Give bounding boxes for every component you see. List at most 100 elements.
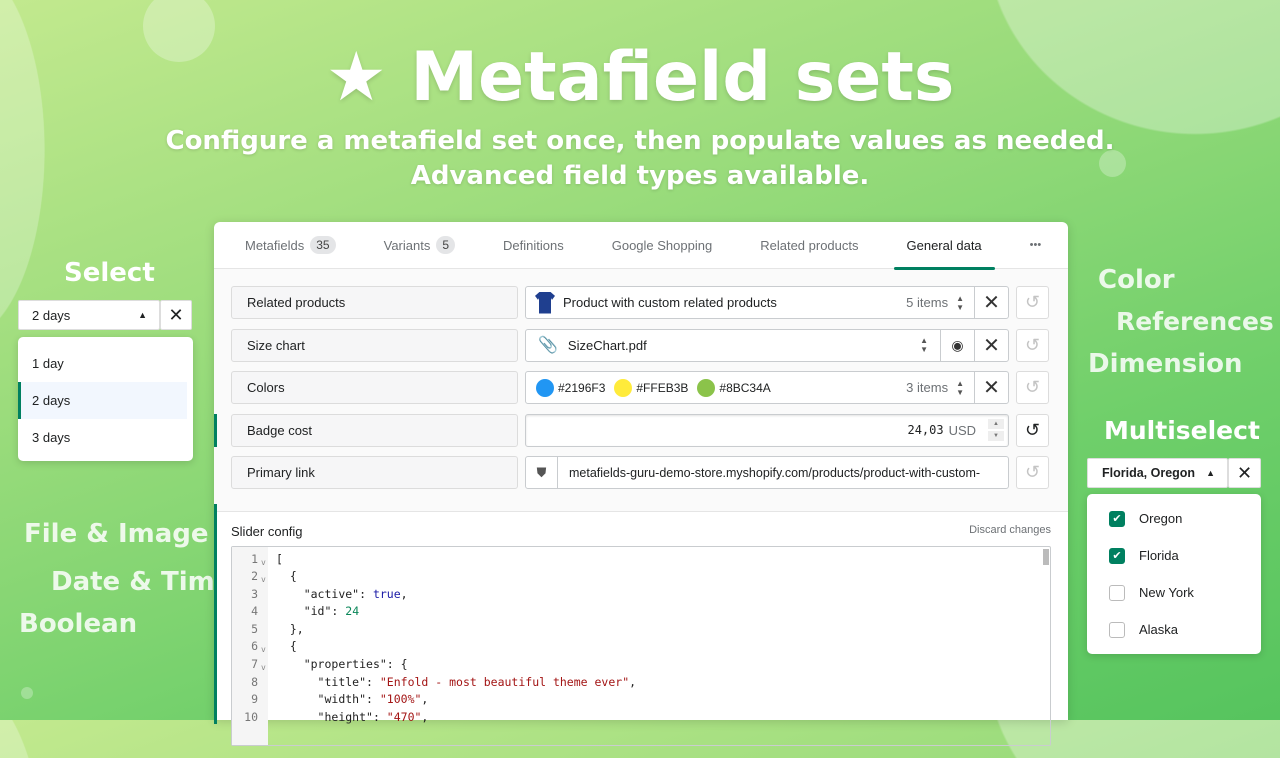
select-dropdown: 1 day 2 days 3 days [18, 337, 193, 461]
file-input[interactable]: 📎 SizeChart.pdf ▲ ▼ ◉ ✕ [525, 328, 1009, 362]
line-number: 4 [251, 604, 258, 619]
scrollbar[interactable] [1043, 548, 1049, 565]
tab-bar: Metafields 35 Variants 5 Definitions Googl… [214, 222, 1068, 270]
select-option[interactable]: 1 day [18, 345, 193, 382]
tab-general-data[interactable]: General data [893, 222, 995, 270]
label-references: References [1116, 307, 1274, 336]
hero-subtitle: Configure a metafield set once, then pop… [165, 126, 1115, 191]
code-text: { [276, 569, 297, 584]
code-line: 3 "active": true, [232, 586, 1050, 604]
code-text: "properties": { [303, 657, 408, 672]
field-row-related-products: Related products Product with custom rel… [231, 286, 1051, 319]
multiselect-option[interactable]: ✔ Florida [1087, 537, 1261, 574]
star-icon: ★ [325, 38, 387, 117]
tab-related-products[interactable]: Related products [747, 222, 871, 269]
line-number: 2 [251, 569, 258, 584]
shield-icon: ⛊ [526, 457, 558, 488]
tab-metafields[interactable]: Metafields 35 [232, 222, 349, 269]
reset-icon[interactable]: ↺ [1016, 371, 1049, 404]
file-clip-icon: 📎 [538, 337, 558, 354]
code-text: { [276, 639, 297, 654]
field-label: Primary link [231, 456, 518, 489]
hero-title: ★ Metafield sets [325, 38, 955, 117]
color-list-input[interactable]: #2196F3 #FFEB3B #8BC34A 3 items ▲ ▼ ✕ [525, 371, 1009, 404]
field-row-primary-link: Primary link ⛊ metafields-guru-demo-stor… [231, 456, 1051, 489]
line-number: 3 [251, 586, 258, 601]
line-number: 6 [251, 639, 258, 654]
select-option-selected[interactable]: 2 days [18, 382, 187, 419]
label-dimension: Dimension [1088, 349, 1243, 379]
tab-variants[interactable]: Variants 5 [371, 222, 468, 269]
line-number: 5 [251, 621, 258, 636]
line-number: 8 [251, 674, 258, 689]
items-count: 3 items [906, 380, 949, 395]
label-select: Select [64, 258, 155, 288]
line-number: 9 [251, 692, 258, 707]
field-row-size-chart: Size chart 📎 SizeChart.pdf ▲ ▼ ◉ ✕ ↺ [231, 328, 1051, 362]
checkbox-icon[interactable] [1109, 621, 1125, 638]
number-stepper[interactable]: ▲ ▼ [988, 419, 1004, 441]
code-text: "id": 24 [303, 604, 360, 619]
decor-circle [21, 687, 33, 699]
caret-up-icon: ▲ [138, 310, 147, 320]
caret-up-icon: ▲ [1206, 468, 1215, 478]
checkbox-checked-icon[interactable]: ✔ [1109, 510, 1125, 527]
field-label: Colors [231, 371, 518, 404]
multiselect-option[interactable]: New York [1087, 574, 1261, 611]
select-option[interactable]: 3 days [18, 419, 193, 456]
clear-button[interactable]: ✕ [974, 372, 1008, 403]
color-swatch [536, 378, 554, 397]
reset-icon[interactable]: ↺ [1016, 456, 1049, 489]
metafields-panel: Metafields 35 Variants 5 Definitions Googl… [214, 222, 1068, 746]
section-label: Slider config [231, 523, 303, 539]
code-text: }, [276, 621, 304, 636]
reset-icon[interactable]: ↺ [1016, 413, 1049, 447]
sort-arrows-icon[interactable]: ▲ ▼ [956, 294, 964, 312]
tshirt-icon [535, 291, 555, 314]
field-row-badge-cost: Badge cost 24,03 USD ▲ ▼ ↺ [214, 413, 1051, 447]
multiselect-option[interactable]: Alaska [1087, 611, 1261, 648]
tab-definitions[interactable]: Definitions [490, 222, 577, 269]
line-number: 1 [251, 551, 258, 566]
line-number: 10 [244, 709, 258, 724]
multiselect-option[interactable]: ✔ Oregon [1087, 500, 1261, 537]
discard-changes-link[interactable]: Discard changes [969, 524, 1051, 539]
checkbox-checked-icon[interactable]: ✔ [1109, 547, 1125, 564]
label-multiselect: Multiselect [1104, 416, 1260, 445]
code-text: "width": "100%", [317, 692, 429, 707]
reset-icon[interactable]: ↺ [1016, 328, 1049, 362]
checkbox-icon[interactable] [1109, 584, 1125, 601]
product-reference-input[interactable]: Product with custom related products 5 i… [525, 286, 1009, 319]
select-input[interactable]: 2 days ▲ [18, 300, 160, 330]
label-color: Color [1098, 265, 1175, 295]
changed-marker [214, 503, 217, 724]
label-boolean: Boolean [19, 609, 138, 639]
items-count: 5 items [906, 295, 949, 310]
field-label: Size chart [231, 328, 518, 362]
sort-arrows-icon[interactable]: ▲ ▼ [920, 336, 928, 354]
code-text: "active": true, [303, 586, 408, 601]
reset-icon[interactable]: ↺ [1016, 286, 1049, 319]
line-number: 7 [251, 657, 258, 672]
clear-button[interactable]: ✕ [974, 287, 1008, 318]
color-swatch [614, 378, 633, 397]
label-file-image: File & Image [24, 519, 209, 549]
preview-eye-icon[interactable]: ◉ [940, 329, 974, 361]
code-line: 7v "properties": { [232, 656, 1050, 674]
field-label: Badge cost [231, 413, 518, 447]
clear-multiselect-button[interactable]: ✕ [1228, 458, 1261, 488]
code-line: 6v { [232, 638, 1050, 656]
code-text: "height": "470", [317, 709, 429, 724]
json-code-editor[interactable]: 1 v[2 v {3 "active": true, 4 "id": 24 5 }, 6 v… [231, 545, 1051, 746]
tab-google-shopping[interactable]: Google Shopping [599, 222, 725, 269]
url-input[interactable]: ⛊ metafields-guru-demo-store.myshopify.c… [525, 456, 1009, 489]
money-input[interactable]: 24,03 USD ▲ ▼ [525, 413, 1009, 447]
clear-button[interactable]: ✕ [974, 329, 1008, 361]
field-row-colors: Colors #2196F3 #FFEB3B #8BC34A 3 items ▲… [231, 371, 1051, 404]
clear-select-button[interactable]: ✕ [160, 300, 192, 330]
multiselect-input[interactable]: Florida, Oregon ▲ [1087, 458, 1228, 488]
count-badge: 5 [436, 236, 456, 254]
color-swatch [697, 378, 716, 397]
more-tabs-button[interactable]: ••• [1017, 222, 1055, 269]
sort-arrows-icon[interactable]: ▲ ▼ [956, 379, 964, 397]
